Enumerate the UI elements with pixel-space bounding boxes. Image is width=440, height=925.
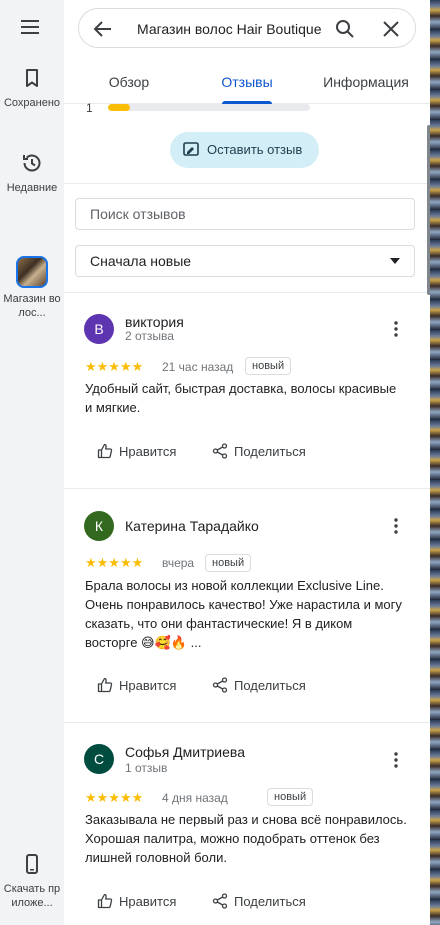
like-label: Нравится	[119, 678, 177, 693]
avatar[interactable]: В	[84, 314, 114, 344]
review-author[interactable]: Катерина Тарадайко	[125, 517, 259, 535]
divider	[64, 183, 430, 184]
like-label: Нравится	[119, 894, 177, 909]
avatar[interactable]: К	[84, 511, 114, 541]
back-arrow-icon[interactable]	[91, 17, 115, 41]
sort-dropdown[interactable]: Сначала новые	[75, 245, 415, 277]
map-view[interactable]	[430, 0, 440, 925]
new-badge: новый	[267, 788, 314, 806]
thumb-up-icon	[97, 677, 113, 693]
rail-item-label: Сохранено	[3, 97, 61, 109]
thumb-up-icon	[97, 443, 113, 459]
place-thumbnail	[16, 256, 48, 288]
review-text: Удобный сайт, быстрая доставка, волосы к…	[85, 381, 397, 415]
tab-bar: Обзор Отзывы Информация	[64, 60, 430, 104]
rail-item-label: Недавние	[6, 182, 58, 194]
rail-item-label: Скачать приложе...	[3, 883, 61, 909]
more-options-icon[interactable]	[386, 750, 406, 770]
tab-reviews[interactable]: Отзывы	[202, 60, 292, 104]
rating-row-label: 1	[86, 101, 93, 115]
rail-item-download-app[interactable]: Скачать приложе...	[0, 852, 64, 910]
search-icon[interactable]	[333, 17, 357, 41]
star-rating: ★★★★★	[85, 790, 144, 805]
review-card: В виктория 2 отзыва ★★★★★ 21 час назад н…	[64, 293, 430, 488]
dropdown-caret-icon	[390, 258, 400, 264]
review-author-meta: 2 отзыва	[125, 329, 174, 343]
place-panel: Магазин волос Hair Boutique Обзор Отзывы…	[64, 0, 430, 925]
review-search-input[interactable]	[75, 198, 415, 230]
rail-item-label: Магазин волос...	[3, 293, 61, 319]
avatar[interactable]: С	[84, 744, 114, 774]
tab-overview[interactable]: Обзор	[84, 60, 174, 104]
write-review-button[interactable]: Оставить отзыв	[170, 132, 319, 168]
review-card: К Катерина Тарадайко ★★★★★ вчера новый Б…	[64, 489, 430, 722]
edit-review-icon	[183, 142, 199, 156]
thumb-up-icon	[97, 893, 113, 909]
like-button[interactable]: Нравится	[97, 892, 187, 912]
share-icon	[212, 677, 228, 693]
review-date: 4 дня назад	[162, 791, 228, 805]
share-label: Поделиться	[234, 444, 306, 459]
close-icon[interactable]	[379, 17, 403, 41]
rating-row-bar	[108, 104, 310, 111]
share-icon	[212, 893, 228, 909]
new-badge: новый	[205, 554, 252, 572]
side-rail: Сохранено Недавние Магазин волос... Скач…	[0, 0, 64, 925]
review-card: С Софья Дмитриева 1 отзыв ★★★★★ 4 дня на…	[64, 723, 430, 925]
search-input[interactable]: Магазин волос Hair Boutique	[137, 20, 323, 38]
like-label: Нравится	[119, 444, 177, 459]
review-date: вчера	[162, 556, 195, 570]
phone-icon	[26, 854, 38, 874]
share-button[interactable]: Поделиться	[212, 442, 322, 462]
more-options-icon[interactable]	[386, 319, 406, 339]
star-rating: ★★★★★	[85, 555, 144, 570]
rail-item-saved[interactable]: Сохранено	[0, 66, 64, 110]
sort-selected-label: Сначала новые	[90, 253, 192, 269]
rail-item-recent[interactable]: Недавние	[0, 151, 64, 195]
share-button[interactable]: Поделиться	[212, 676, 322, 696]
review-author-meta: 1 отзыв	[125, 761, 168, 775]
review-author[interactable]: Софья Дмитриева	[125, 743, 245, 761]
bookmark-icon	[26, 69, 38, 87]
panel-scrollbar[interactable]	[427, 125, 430, 295]
review-text: Заказывала не первый раз и снова всё пон…	[85, 812, 407, 865]
rating-row-fill	[108, 104, 131, 111]
review-text: Брала волосы из новой коллекции Exclusiv…	[85, 578, 402, 650]
like-button[interactable]: Нравится	[97, 676, 187, 696]
tab-info[interactable]: Информация	[318, 60, 414, 104]
menu-icon[interactable]	[19, 17, 43, 37]
star-rating: ★★★★★	[85, 359, 144, 374]
new-badge: новый	[245, 357, 292, 375]
more-options-icon[interactable]	[386, 516, 406, 536]
share-label: Поделиться	[234, 894, 306, 909]
share-icon	[212, 443, 228, 459]
review-date: 21 час назад	[162, 360, 234, 374]
history-icon	[23, 154, 41, 172]
rail-item-place[interactable]: Магазин волос...	[0, 256, 64, 320]
write-review-label: Оставить отзыв	[207, 142, 303, 157]
share-button[interactable]: Поделиться	[212, 892, 322, 912]
share-label: Поделиться	[234, 678, 306, 693]
search-box: Магазин волос Hair Boutique	[78, 8, 416, 48]
like-button[interactable]: Нравится	[97, 442, 187, 462]
